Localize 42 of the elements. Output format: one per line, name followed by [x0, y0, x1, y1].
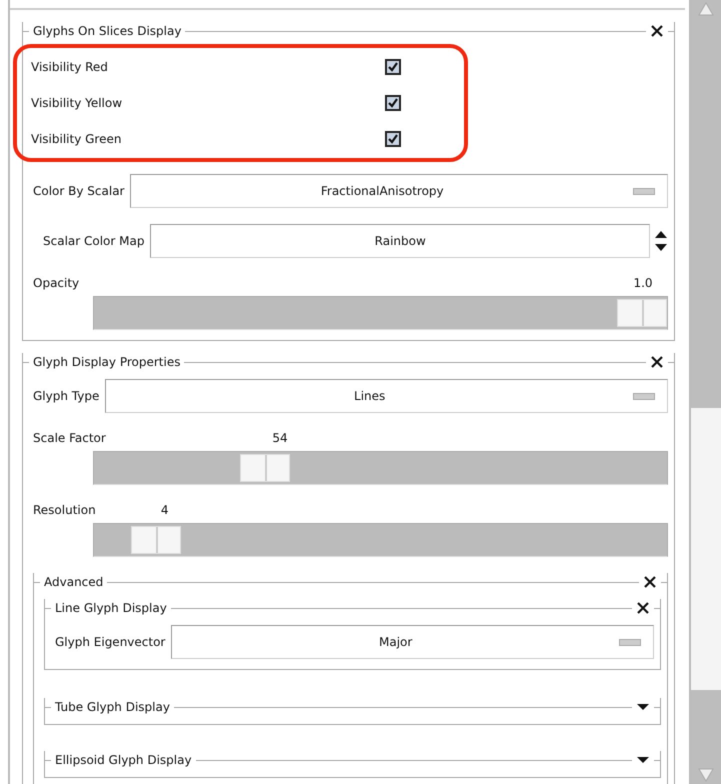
slider-label: Opacity [33, 276, 80, 290]
checkbox[interactable] [385, 95, 401, 111]
field-label: Glyph Type [33, 389, 100, 403]
checkbox[interactable] [385, 131, 401, 147]
scrollbar[interactable] [689, 0, 721, 784]
field-label: Color By Scalar [33, 184, 126, 198]
close-icon[interactable] [643, 575, 657, 589]
checkbox-label: Visibility Yellow [31, 96, 124, 110]
section-title: Glyphs On Slices Display [33, 24, 182, 38]
slider-label: Resolution [33, 503, 97, 517]
slider-value: 1.0 [633, 276, 653, 290]
section-title: Line Glyph Display [55, 601, 167, 615]
close-icon[interactable] [650, 355, 664, 369]
dropdown[interactable]: Major [171, 625, 654, 659]
checkbox[interactable] [385, 59, 401, 75]
scroll-thumb[interactable] [691, 408, 721, 690]
section-title: Tube Glyph Display [55, 700, 170, 714]
slider-value: 4 [160, 503, 169, 517]
slider-value: 54 [272, 431, 288, 445]
section-title: Glyph Display Properties [33, 355, 180, 369]
expand-arrow-icon[interactable] [636, 703, 650, 711]
section-title: Advanced [44, 575, 104, 589]
field-label: Glyph Eigenvector [55, 635, 166, 649]
slider-thumb[interactable] [130, 526, 181, 554]
slider-track[interactable] [93, 296, 668, 330]
spin-field[interactable]: Rainbow [150, 224, 650, 258]
field-label: Scalar Color Map [43, 234, 146, 248]
close-icon[interactable] [650, 24, 664, 38]
checkbox-label: Visibility Red [31, 60, 109, 74]
checkbox-label: Visibility Green [31, 132, 122, 146]
slider-track[interactable] [93, 451, 668, 485]
slider-label: Scale Factor [33, 431, 107, 445]
slider-thumb[interactable] [240, 454, 290, 482]
close-icon[interactable] [636, 601, 650, 615]
up-arrow-icon[interactable] [654, 229, 668, 239]
section-title: Ellipsoid Glyph Display [55, 753, 192, 767]
down-arrow-icon[interactable] [654, 243, 668, 253]
slider-thumb[interactable] [617, 299, 667, 327]
dropdown[interactable]: Lines [105, 379, 668, 413]
slider-track[interactable] [93, 523, 668, 557]
dropdown[interactable]: FractionalAnisotropy [130, 174, 668, 208]
expand-arrow-icon[interactable] [636, 756, 650, 764]
